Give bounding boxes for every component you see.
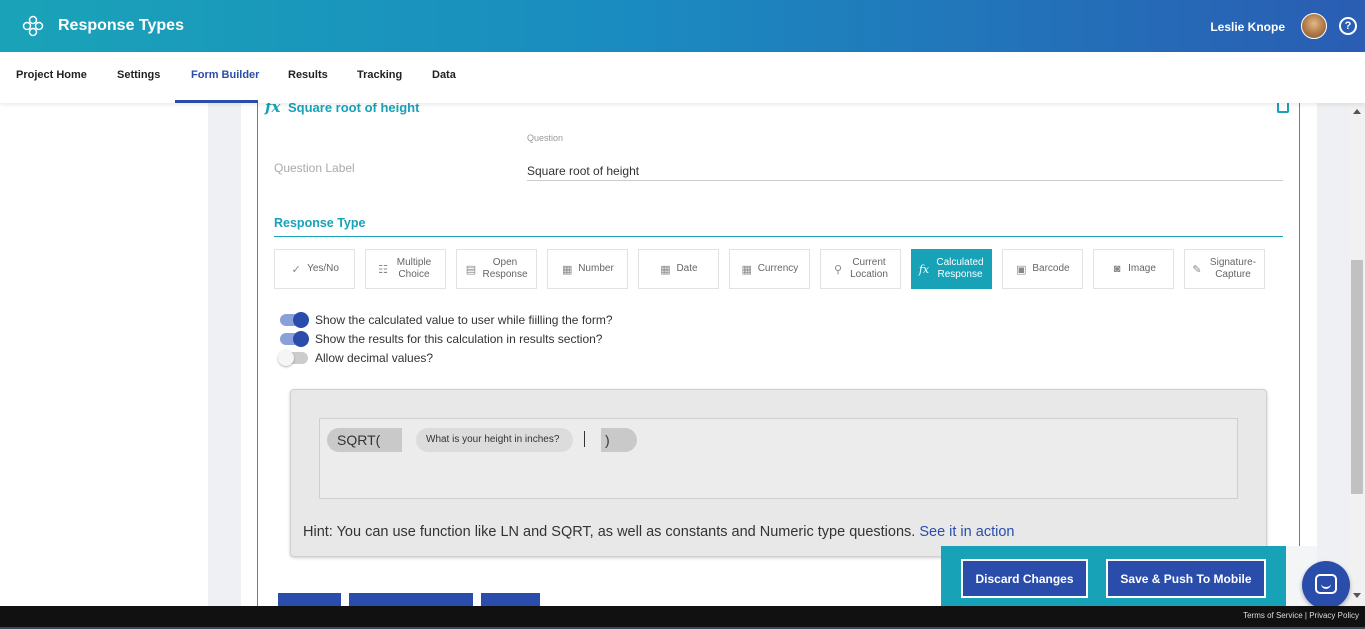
- question-field-label: Question: [527, 133, 564, 143]
- left-panel: [0, 103, 208, 606]
- response-type-current-location[interactable]: ⚲ Current Location: [820, 249, 901, 289]
- nav-results[interactable]: Results: [288, 69, 328, 81]
- response-type-label: Image: [1128, 263, 1156, 274]
- toggle-show-results[interactable]: Show the results for this calculation in…: [280, 331, 603, 347]
- stub-button[interactable]: [349, 593, 473, 606]
- response-type-heading: Response Type: [274, 216, 366, 230]
- form-builder-canvas: fx Square root of height Question Questi…: [241, 103, 1317, 606]
- response-type-image[interactable]: ◙ Image: [1093, 249, 1174, 289]
- formula-hint: Hint: You can use function like LN and S…: [303, 524, 1014, 540]
- nav-project-home[interactable]: Project Home: [16, 69, 87, 81]
- camera-icon: ◙: [1113, 263, 1121, 275]
- see-it-in-action-link[interactable]: See it in action: [919, 524, 1014, 540]
- response-type-yes-no[interactable]: ✓ Yes/No: [274, 249, 355, 289]
- app-header: Response Types Leslie Knope ?: [0, 0, 1365, 52]
- calendar-icon: ▦: [660, 263, 671, 276]
- currency-icon: ▦: [741, 263, 752, 276]
- scroll-thumb[interactable]: [1351, 260, 1363, 494]
- response-type-label: Date: [676, 263, 698, 274]
- nav-data[interactable]: Data: [432, 69, 456, 81]
- chat-icon: [1315, 574, 1337, 594]
- terms-link[interactable]: Terms of Service: [1243, 611, 1303, 620]
- response-type-label: Number: [578, 263, 614, 274]
- formula-editor: SQRT( What is your height in inches? ) H…: [290, 389, 1267, 557]
- toggle-switch[interactable]: [278, 350, 308, 366]
- nav-tracking[interactable]: Tracking: [357, 69, 402, 81]
- footer-links: Terms of Service | Privacy Policy: [1243, 611, 1359, 620]
- response-type-barcode[interactable]: ▣ Barcode: [1002, 249, 1083, 289]
- copy-icon[interactable]: [1277, 103, 1289, 113]
- response-type-label: Currency: [757, 263, 799, 274]
- response-type-label: Signature-Capture: [1209, 257, 1257, 280]
- nav-settings[interactable]: Settings: [117, 69, 160, 81]
- response-type-label: Calculated Response: [936, 257, 984, 280]
- response-type-label: Yes/No: [307, 263, 339, 274]
- toggle-label: Show the results for this calculation in…: [315, 332, 603, 346]
- user-name[interactable]: Leslie Knope: [1210, 20, 1285, 34]
- question-label: Question Label: [274, 161, 355, 175]
- privacy-link[interactable]: Privacy Policy: [1309, 611, 1359, 620]
- avatar[interactable]: [1301, 13, 1327, 39]
- right-gutter: [1317, 103, 1349, 606]
- response-type-open-response[interactable]: ▤ Open Response: [456, 249, 537, 289]
- response-type-calculated-response[interactable]: fx Calculated Response: [911, 249, 992, 289]
- toggle-allow-decimal[interactable]: Allow decimal values?: [278, 350, 434, 366]
- stub-button[interactable]: [481, 593, 540, 606]
- toggle-switch[interactable]: [280, 331, 309, 347]
- scroll-up-icon[interactable]: [1353, 109, 1361, 114]
- help-icon[interactable]: ?: [1339, 17, 1357, 35]
- footer-separator: |: [1304, 611, 1307, 620]
- chat-button[interactable]: [1302, 561, 1350, 609]
- response-type-label: Current Location: [850, 257, 888, 280]
- map-pin-icon: ⚲: [833, 263, 843, 276]
- pen-icon: ✎: [1192, 263, 1202, 276]
- left-gutter: [208, 103, 241, 606]
- formula-input[interactable]: SQRT( What is your height in inches? ): [319, 418, 1238, 499]
- toggle-label: Allow decimal values?: [315, 351, 434, 365]
- question-title[interactable]: Square root of height: [288, 103, 419, 115]
- scroll-down-icon[interactable]: [1353, 593, 1361, 598]
- fx-icon: fx: [265, 103, 281, 116]
- toggle-switch[interactable]: [280, 312, 309, 328]
- footer: Terms of Service | Privacy Policy: [0, 606, 1365, 629]
- calculator-icon: ▦: [562, 263, 573, 276]
- response-type-label: Barcode: [1032, 263, 1070, 274]
- stub-button[interactable]: [278, 593, 341, 606]
- close-paren-chip[interactable]: ): [601, 428, 637, 452]
- yes-no-icon: ✓: [291, 263, 301, 276]
- save-push-button[interactable]: Save & Push To Mobile: [1106, 559, 1266, 598]
- scrollbar[interactable]: [1349, 103, 1365, 606]
- main-nav: Project Home Settings Form Builder Resul…: [0, 52, 1365, 103]
- app-title: Response Types: [58, 17, 184, 34]
- hint-text: Hint: You can use function like LN and S…: [303, 524, 916, 540]
- divider: [274, 236, 1283, 237]
- text-cursor: [584, 431, 585, 447]
- function-chip[interactable]: SQRT(: [327, 428, 403, 452]
- discard-changes-button[interactable]: Discard Changes: [961, 559, 1088, 598]
- response-type-date[interactable]: ▦ Date: [638, 249, 719, 289]
- question-chip[interactable]: What is your height in inches?: [416, 428, 574, 452]
- response-type-label: Multiple Choice: [396, 257, 432, 280]
- toggle-show-calculated-value[interactable]: Show the calculated value to user while …: [280, 312, 613, 328]
- response-type-label: Open Response: [482, 257, 528, 280]
- response-type-currency[interactable]: ▦ Currency: [729, 249, 810, 289]
- fx-icon: fx: [918, 262, 930, 276]
- active-tab-indicator: [175, 100, 258, 103]
- list-icon: ☷: [378, 263, 388, 276]
- nav-form-builder[interactable]: Form Builder: [191, 69, 259, 81]
- action-bar: Discard Changes Save & Push To Mobile: [941, 546, 1286, 606]
- logo-icon: [22, 15, 44, 37]
- toggle-label: Show the calculated value to user while …: [315, 313, 613, 327]
- text-box-icon: ▤: [465, 263, 477, 276]
- response-type-multiple-choice[interactable]: ☷ Multiple Choice: [365, 249, 446, 289]
- barcode-icon: ▣: [1016, 263, 1027, 276]
- response-type-signature-capture[interactable]: ✎ Signature-Capture: [1184, 249, 1265, 289]
- response-type-number[interactable]: ▦ Number: [547, 249, 628, 289]
- question-input[interactable]: [527, 161, 1283, 181]
